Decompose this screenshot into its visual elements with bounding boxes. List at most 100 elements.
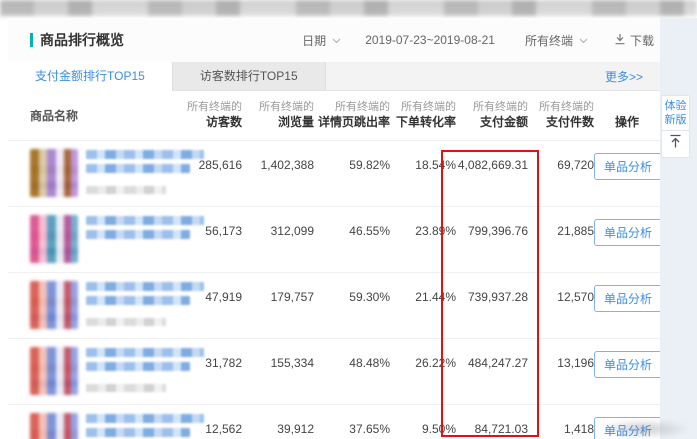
payment-items-value: 1,418 xyxy=(528,421,594,437)
date-range-value: 2019-07-23~2019-08-21 xyxy=(365,33,495,47)
tab-visitor-ranking[interactable]: 访客数排行TOP15 xyxy=(172,62,326,90)
payment-amount-value: 4,082,669.31 xyxy=(456,157,528,173)
column-header-prefix: 所有终端的 xyxy=(456,100,528,114)
product-thumbnail xyxy=(30,347,78,395)
column-header-conversion-rate: 所有终端的 下单转化率 xyxy=(390,91,456,140)
item-analysis-button[interactable]: 单品分析 xyxy=(594,285,662,312)
blurred-page-header xyxy=(0,0,697,16)
column-header-views: 所有终端的 浏览量 xyxy=(242,91,314,140)
conversion-rate-value: 26.22% xyxy=(390,355,456,371)
bounce-rate-value: 37.65% xyxy=(314,421,390,437)
action-cell: 单品分析 xyxy=(594,339,660,378)
product-thumbnail xyxy=(30,281,78,329)
payment-items-value: 12,570 xyxy=(528,289,594,305)
product-ranking-panel: 商品排行概览 日期 2019-07-23~2019-08-21 所有终端 xyxy=(8,18,660,439)
payment-items-value: 13,196 xyxy=(528,355,594,371)
product-thumbnail xyxy=(30,413,78,439)
more-link[interactable]: 更多>> xyxy=(605,68,660,85)
page-title: 商品排行概览 xyxy=(40,30,124,50)
terminal-filter-dropdown[interactable]: 所有终端 xyxy=(525,32,588,49)
column-header-actions: 操作 xyxy=(594,91,660,140)
product-title-blurred xyxy=(86,164,190,173)
column-header-payment-amount: 所有终端的 支付金额 xyxy=(456,91,528,140)
product-cell xyxy=(8,405,180,439)
tab-payment-amount-ranking[interactable]: 支付金额排行TOP15 xyxy=(8,62,172,91)
product-cell xyxy=(8,339,180,395)
column-header-prefix: 所有终端的 xyxy=(528,100,594,114)
views-value: 179,757 xyxy=(242,289,314,305)
terminal-filter-value: 所有终端 xyxy=(525,32,573,49)
dashboard-screen: 商品排行概览 日期 2019-07-23~2019-08-21 所有终端 xyxy=(0,0,697,439)
table-row: 47,919 179,757 59.30% 21.44% 739,937.28 … xyxy=(8,273,660,339)
toolbar: 日期 2019-07-23~2019-08-21 所有终端 xyxy=(302,32,654,49)
product-cell xyxy=(8,141,180,197)
payment-amount-value: 739,937.28 xyxy=(456,289,528,305)
product-title-blurred xyxy=(86,296,190,305)
tab-bar: 支付金额排行TOP15 访客数排行TOP15 更多>> xyxy=(8,62,660,91)
right-side-strip xyxy=(660,18,697,439)
item-analysis-button[interactable]: 单品分析 xyxy=(594,219,662,246)
chevron-down-icon xyxy=(332,33,341,47)
product-thumbnail xyxy=(30,149,78,197)
product-meta-blurred xyxy=(86,186,166,194)
date-range-picker[interactable]: 2019-07-23~2019-08-21 xyxy=(365,33,495,47)
payment-amount-value: 799,396.76 xyxy=(456,223,528,239)
product-title-blurred xyxy=(86,150,204,159)
back-to-top-button[interactable] xyxy=(661,130,690,158)
product-title-blurred xyxy=(86,282,204,291)
action-cell: 单品分析 xyxy=(594,273,660,312)
chevron-down-icon xyxy=(579,33,588,47)
column-header-product-name: 商品名称 xyxy=(8,91,180,140)
product-title-blurred xyxy=(86,348,204,357)
download-icon xyxy=(614,33,626,48)
bottom-right-smudge xyxy=(598,419,690,439)
product-info xyxy=(86,141,204,197)
column-header-prefix: 所有终端的 xyxy=(242,100,314,114)
item-analysis-button[interactable]: 单品分析 xyxy=(594,153,662,180)
bounce-rate-value: 59.82% xyxy=(314,157,390,173)
new-version-button[interactable]: 体验新版 xyxy=(661,95,690,131)
payment-amount-value: 484,247.27 xyxy=(456,355,528,371)
payment-items-value: 21,885 xyxy=(528,223,594,239)
product-meta-blurred xyxy=(86,318,166,326)
table-row: 56,173 312,099 46.55% 23.89% 799,396.76 … xyxy=(8,207,660,273)
product-title-blurred xyxy=(86,216,204,225)
product-info xyxy=(86,207,204,263)
payment-amount-value: 84,721.03 xyxy=(456,421,528,437)
download-label: 下载 xyxy=(630,32,654,49)
date-label: 日期 xyxy=(302,32,326,49)
column-header-prefix: 所有终端的 xyxy=(390,100,456,114)
column-header-label: 下单转化率 xyxy=(390,114,456,130)
conversion-rate-value: 18.54% xyxy=(390,157,456,173)
product-cell xyxy=(8,273,180,329)
product-thumbnail xyxy=(30,215,78,263)
product-title-blurred xyxy=(86,230,190,239)
conversion-rate-value: 21.44% xyxy=(390,289,456,305)
item-analysis-button[interactable]: 单品分析 xyxy=(594,351,662,378)
column-header-label: 支付件数 xyxy=(528,114,594,130)
table-row: 12,562 39,912 37.65% 9.50% 84,721.03 1,4… xyxy=(8,405,660,439)
action-cell: 单品分析 xyxy=(594,141,660,180)
column-header-label: 访客数 xyxy=(180,114,242,130)
conversion-rate-value: 9.50% xyxy=(390,421,456,437)
column-header-prefix: 所有终端的 xyxy=(314,100,390,114)
action-cell: 单品分析 xyxy=(594,207,660,246)
views-value: 39,912 xyxy=(242,421,314,437)
accent-bar xyxy=(30,33,33,47)
column-header-bounce-rate: 所有终端的 详情页跳出率 xyxy=(314,91,390,140)
bounce-rate-value: 48.48% xyxy=(314,355,390,371)
download-button[interactable]: 下载 xyxy=(614,32,654,49)
panel-header: 商品排行概览 日期 2019-07-23~2019-08-21 所有终端 xyxy=(8,18,660,62)
date-dropdown[interactable]: 日期 xyxy=(302,32,341,49)
product-title-blurred xyxy=(86,362,190,371)
product-cell xyxy=(8,207,180,263)
bounce-rate-value: 59.30% xyxy=(314,289,390,305)
product-info xyxy=(86,273,204,329)
product-info xyxy=(86,405,204,439)
table-row: 31,782 155,334 48.48% 26.22% 484,247.27 … xyxy=(8,339,660,405)
conversion-rate-value: 23.89% xyxy=(390,223,456,239)
product-meta-blurred xyxy=(86,384,166,392)
column-header-payment-items: 所有终端的 支付件数 xyxy=(528,91,594,140)
payment-items-value: 69,720 xyxy=(528,157,594,173)
column-header-label: 浏览量 xyxy=(242,114,314,130)
